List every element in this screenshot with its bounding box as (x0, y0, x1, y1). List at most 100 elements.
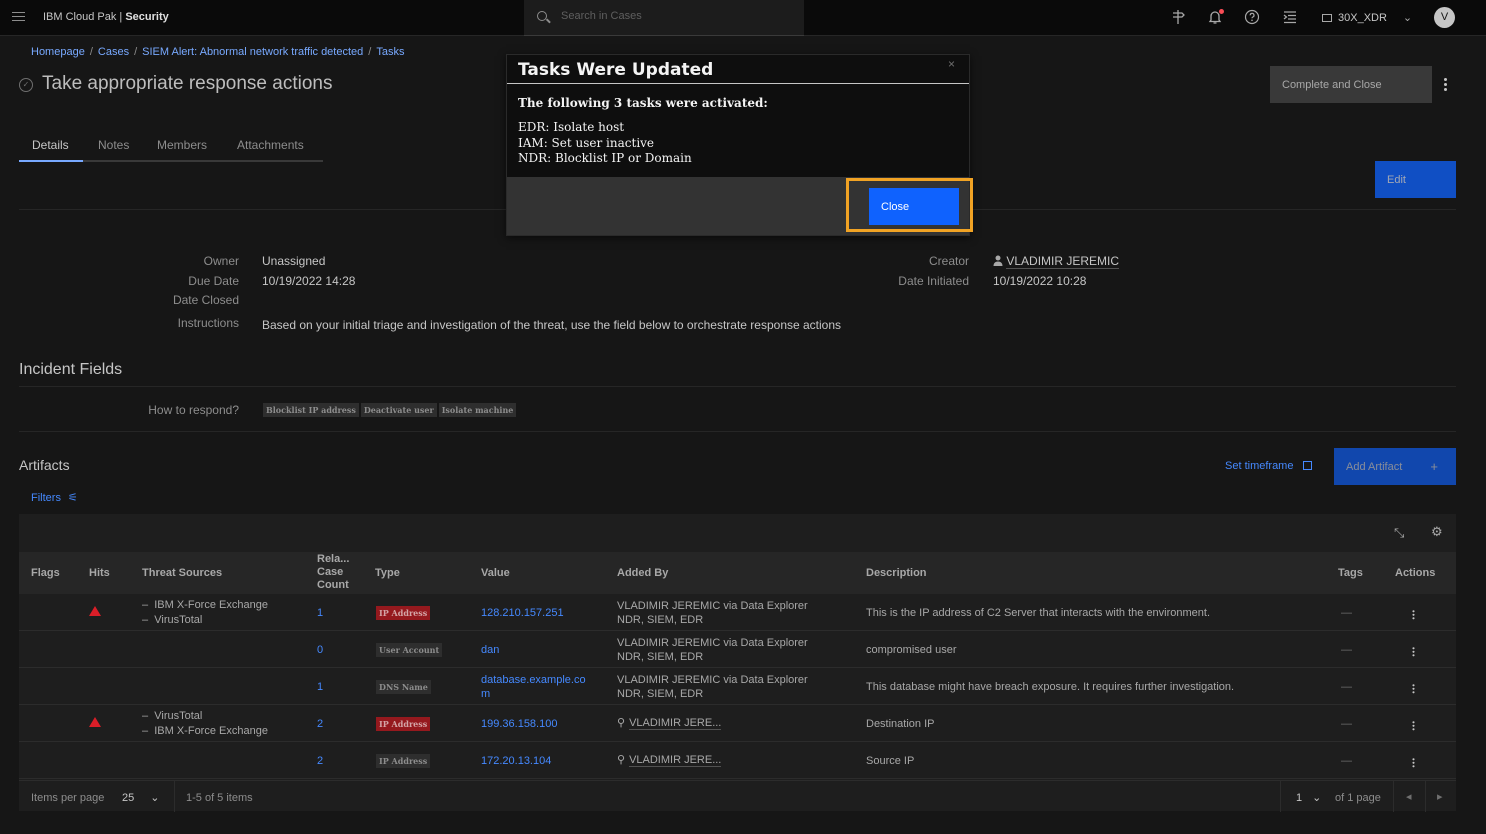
added-by: VLADIMIR JEREMIC via Data Explorer (617, 600, 808, 612)
tab-details[interactable]: Details (32, 138, 69, 162)
artifact-type-tag: IP Address (376, 754, 431, 768)
row-overflow-icon[interactable] (1412, 610, 1415, 621)
artifact-description: This is the IP address of C2 Server that… (866, 607, 1211, 619)
divider (19, 431, 1456, 432)
signpost-icon[interactable] (1169, 9, 1187, 27)
table-toolbar: ⤡ ⚙ (19, 514, 1456, 550)
date-closed-label: Date Closed (172, 293, 239, 307)
table-row[interactable]: 2 IP Address 172.20.13.104 ⚲ VLADIMIR JER… (19, 742, 1456, 779)
respond-tag: Blocklist IP address (263, 403, 359, 417)
menu-icon[interactable] (12, 12, 25, 24)
column-added-by[interactable]: Added By (617, 567, 668, 579)
search-input[interactable] (561, 10, 791, 22)
row-overflow-icon[interactable] (1412, 721, 1415, 732)
close-icon[interactable]: × (948, 57, 955, 71)
search-box[interactable] (524, 0, 804, 36)
artifacts-table: ⤡ ⚙ Flags Hits Threat Sources Rela... Ca… (19, 514, 1456, 812)
collapse-icon[interactable]: ⤡ (1394, 525, 1404, 541)
modal-title: Tasks Were Updated (518, 60, 714, 80)
tab-attachments[interactable]: Attachments (237, 138, 304, 162)
column-tags[interactable]: Tags (1338, 567, 1363, 579)
items-per-page-select[interactable]: 25 ⌄ (122, 791, 159, 805)
items-per-page-label: Items per page (31, 792, 105, 804)
table-row[interactable]: 1 DNS Name database.example.co m VLADIMI… (19, 668, 1456, 705)
incident-fields-title: Incident Fields (19, 361, 123, 378)
table-row[interactable]: – VirusTotal – IBM X-Force Exchange 2 IP… (19, 705, 1456, 742)
modal-subtitle: The following 3 tasks were activated: (518, 96, 768, 110)
artifact-value-wrap[interactable]: m (481, 687, 490, 701)
added-by: VLADIMIR JEREMIC via Data Explorer (617, 637, 808, 649)
related-case-count[interactable]: 1 (317, 606, 323, 620)
notification-icon[interactable] (1206, 9, 1224, 27)
tenant-switcher[interactable]: 30X_XDR ⌄ (1322, 11, 1412, 24)
added-by-sources: NDR, SIEM, EDR (617, 688, 704, 700)
artifact-value[interactable]: database.example.co (481, 673, 586, 687)
column-value[interactable]: Value (481, 567, 510, 579)
column-actions[interactable]: Actions (1395, 567, 1435, 579)
column-description[interactable]: Description (866, 567, 927, 579)
column-related-case-count[interactable]: Rela... Case Count (317, 553, 357, 592)
tab-indicator (19, 160, 83, 162)
breadcrumb-homepage[interactable]: Homepage (31, 46, 85, 58)
artifact-value[interactable]: 199.36.158.100 (481, 717, 557, 731)
added-by: ⚲ VLADIMIR JERE... (617, 717, 722, 730)
divider (19, 386, 1456, 387)
added-by: ⚲ VLADIMIR JERE... (617, 754, 722, 767)
help-icon[interactable] (1243, 9, 1261, 27)
tasks-updated-modal: Tasks Were Updated × The following 3 tas… (506, 54, 973, 236)
creator-name[interactable]: VLADIMIR JEREMIC (1006, 254, 1120, 269)
related-case-count[interactable]: 1 (317, 680, 323, 694)
artifact-value[interactable]: dan (481, 643, 499, 657)
artifact-value[interactable]: 128.210.157.251 (481, 606, 564, 620)
breadcrumb-separator: / (134, 46, 138, 58)
threat-source: – IBM X-Force Exchange (142, 725, 268, 737)
filter-icon: ⚟ (68, 492, 78, 504)
column-threat-sources[interactable]: Threat Sources (142, 567, 222, 579)
tenant-icon (1322, 14, 1332, 22)
list-indent-icon[interactable] (1281, 9, 1299, 27)
column-type[interactable]: Type (375, 567, 400, 579)
complete-and-close-button[interactable]: Complete and Close (1270, 66, 1432, 103)
avatar[interactable]: V (1434, 7, 1455, 28)
added-by: VLADIMIR JEREMIC via Data Explorer (617, 674, 808, 686)
related-case-count[interactable]: 2 (317, 717, 323, 731)
column-flags[interactable]: Flags (31, 567, 60, 579)
next-page-icon[interactable]: ▸ (1437, 790, 1443, 804)
related-case-count[interactable]: 0 (317, 643, 323, 657)
item-range: 1-5 of 5 items (186, 792, 253, 804)
tab-notes[interactable]: Notes (98, 138, 129, 162)
related-case-count[interactable]: 2 (317, 754, 323, 768)
artifact-value[interactable]: 172.20.13.104 (481, 754, 551, 768)
table-row[interactable]: – IBM X-Force Exchange – VirusTotal 1 IP… (19, 594, 1456, 631)
warning-icon (89, 606, 101, 616)
artifact-type-tag: User Account (376, 643, 443, 657)
divider (1425, 781, 1426, 812)
user-icon: ⚲ (617, 754, 626, 766)
artifact-type-tag: DNS Name (376, 680, 431, 694)
breadcrumb-tasks[interactable]: Tasks (376, 46, 404, 58)
page-select[interactable]: 1 ⌄ (1296, 791, 1321, 805)
column-hits[interactable]: Hits (89, 567, 110, 579)
table-row[interactable]: 0 User Account dan VLADIMIR JEREMIC via … (19, 631, 1456, 668)
breadcrumb-cases[interactable]: Cases (98, 46, 129, 58)
breadcrumb-case[interactable]: SIEM Alert: Abnormal network traffic det… (142, 46, 363, 58)
filters-link[interactable]: Filters ⚟ (31, 491, 78, 504)
artifact-tags: — (1341, 718, 1352, 730)
threat-source: – IBM X-Force Exchange (142, 599, 268, 611)
close-button[interactable]: Close (869, 188, 959, 225)
row-overflow-icon[interactable] (1412, 758, 1415, 769)
tab-members[interactable]: Members (157, 138, 207, 162)
add-artifact-button[interactable]: Add Artifact + (1334, 448, 1456, 485)
calendar-icon (1302, 461, 1312, 470)
edit-button[interactable]: Edit (1375, 161, 1456, 198)
modal-header: Tasks Were Updated × (507, 55, 969, 84)
row-overflow-icon[interactable] (1412, 684, 1415, 695)
set-timeframe-link[interactable]: Set timeframe (1225, 460, 1312, 472)
threat-source: – VirusTotal (142, 614, 203, 626)
artifact-description: Destination IP (866, 718, 935, 730)
settings-icon[interactable]: ⚙ (1431, 524, 1443, 540)
due-date-label: Due Date (188, 274, 239, 288)
prev-page-icon[interactable]: ◂ (1406, 790, 1412, 804)
overflow-menu-icon[interactable] (1444, 78, 1447, 93)
row-overflow-icon[interactable] (1412, 647, 1415, 658)
